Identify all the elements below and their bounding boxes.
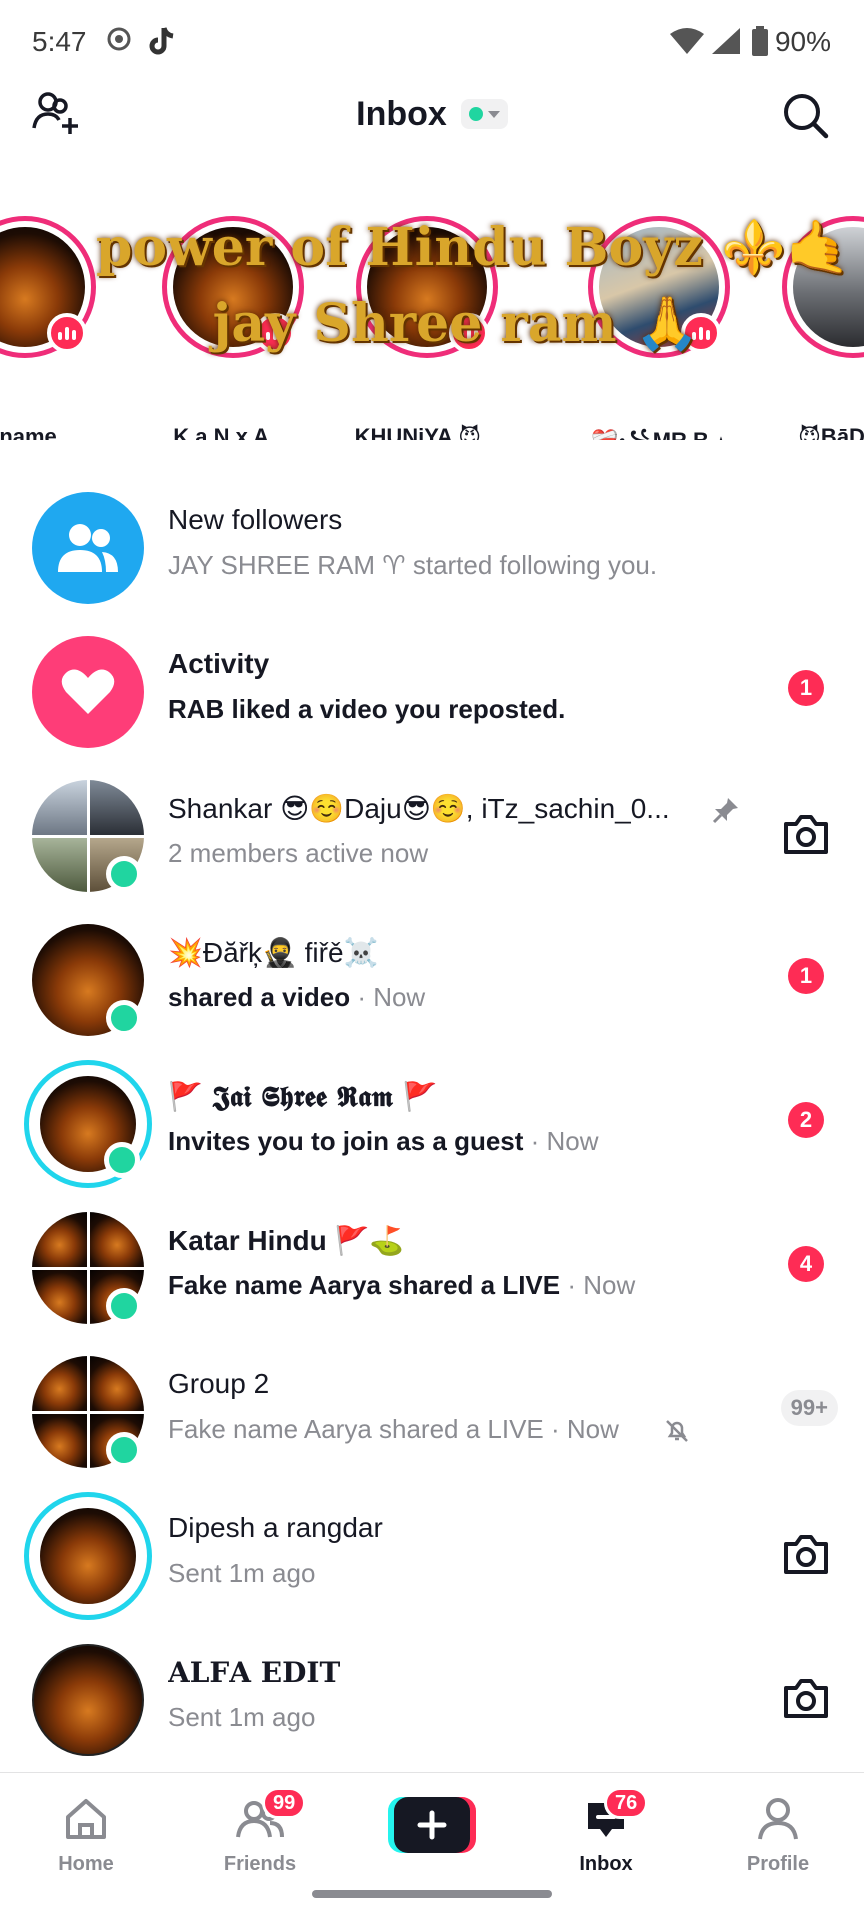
avatar bbox=[40, 1508, 136, 1604]
story-name: KHUNiYA 😈... bbox=[354, 424, 500, 440]
nav-profile[interactable]: Profile bbox=[708, 1787, 848, 1887]
list-item-new-followers[interactable]: New followers JAY SHREE RAM ♈ started fo… bbox=[0, 474, 864, 618]
page-title: Inbox bbox=[356, 95, 447, 133]
status-bar: 5:47 90% bbox=[0, 0, 864, 86]
list-item-chat[interactable]: 🚩 𝕵𝖆𝖎 𝕾𝖍𝖗𝖊𝖊 𝕽𝖆𝖒 🚩 Invites you to join as… bbox=[0, 1050, 864, 1194]
list-item-chat[interactable]: 💥Đăřķ🥷 fiřě☠️ shared a video · Now 1 bbox=[0, 906, 864, 1050]
nav-inbox-label: Inbox bbox=[579, 1853, 633, 1875]
unread-badge: 1 bbox=[788, 670, 824, 706]
signal-icon bbox=[712, 28, 740, 59]
row-subtitle: Sent 1m ago bbox=[168, 1702, 316, 1732]
row-time: · Now bbox=[530, 1126, 599, 1156]
activity-avatar bbox=[32, 636, 144, 748]
unread-badge: 1 bbox=[788, 958, 824, 994]
row-subtitle: Invites you to join as a guest bbox=[168, 1126, 524, 1156]
create-button[interactable] bbox=[388, 1797, 476, 1853]
story-name: 😈BāD bbox=[798, 424, 864, 440]
row-subtitle: Fake name Aarya shared a LIVE · Now bbox=[168, 1414, 619, 1444]
row-title: Dipesh a rangdar bbox=[168, 1512, 383, 1543]
row-title: 🚩 𝕵𝖆𝖎 𝕾𝖍𝖗𝖊𝖊 𝕽𝖆𝖒 🚩 bbox=[168, 1080, 438, 1113]
row-title: Katar Hindu 🚩⛳ bbox=[168, 1225, 405, 1256]
overlay-line-1: power of Hindu Boyz ⚜️🤙 bbox=[96, 217, 851, 278]
chevron-down-icon bbox=[487, 110, 500, 118]
battery-icon bbox=[752, 26, 768, 61]
online-indicator bbox=[106, 1000, 142, 1036]
row-title: Group 2 bbox=[168, 1368, 270, 1399]
list-item-chat[interactable]: 𝐀𝐋𝐅𝐀 𝐄𝐃𝐈𝐓 Sent 1m ago bbox=[0, 1626, 864, 1770]
unread-badge: 2 bbox=[788, 1102, 824, 1138]
story-item[interactable]: ke name ... bbox=[0, 216, 110, 440]
search-button[interactable] bbox=[778, 88, 834, 144]
profile-icon bbox=[758, 1798, 798, 1840]
followers-avatar bbox=[32, 492, 144, 604]
wifi-icon bbox=[670, 28, 704, 59]
heart-icon bbox=[61, 669, 115, 714]
live-icon bbox=[47, 313, 87, 353]
camera-button[interactable] bbox=[782, 812, 830, 856]
nav-home[interactable]: Home bbox=[16, 1787, 156, 1887]
top-bar: Inbox bbox=[0, 86, 864, 196]
page-title-wrap: Inbox bbox=[0, 86, 864, 138]
tiktok-icon bbox=[148, 26, 176, 61]
story-name: ke name ... bbox=[0, 424, 82, 440]
nav-friends[interactable]: 99 Friends bbox=[190, 1787, 330, 1887]
row-title: Activity bbox=[168, 648, 270, 679]
row-subtitle: Sent 1m ago bbox=[168, 1558, 316, 1588]
online-status-dot bbox=[468, 107, 483, 121]
battery-percent: 90% bbox=[774, 26, 831, 57]
online-indicator bbox=[106, 1288, 142, 1324]
story-name: ❤️‍🩹꧁MR.B.٭ bbox=[574, 424, 744, 440]
row-time: · Now bbox=[357, 982, 426, 1012]
story-overlay-text: power of Hindu Boyz ⚜️🤙 jay Shree ram 🙏 bbox=[96, 210, 851, 370]
unread-badge: 4 bbox=[788, 1246, 824, 1282]
nav-friends-label: Friends bbox=[223, 1853, 297, 1875]
home-icon bbox=[66, 1799, 106, 1839]
row-subtitle: shared a video bbox=[168, 982, 351, 1012]
row-time: · Now bbox=[567, 1270, 636, 1300]
list-item-group-chat[interactable]: Katar Hindu 🚩⛳ Fake name Aarya shared a … bbox=[0, 1194, 864, 1338]
pin-icon bbox=[712, 796, 740, 829]
unread-badge: 99+ bbox=[780, 1390, 838, 1426]
row-subtitle-wrap: Fake name Aarya shared a LIVE · Now bbox=[168, 1270, 635, 1301]
avatar bbox=[32, 1644, 144, 1756]
online-indicator bbox=[104, 1142, 140, 1178]
camera-button[interactable] bbox=[782, 1676, 830, 1720]
row-subtitle-wrap: Invites you to join as a guest · Now bbox=[168, 1126, 599, 1157]
camera-icon bbox=[784, 815, 828, 854]
row-subtitle-wrap: shared a video · Now bbox=[168, 982, 425, 1013]
nav-profile-label: Profile bbox=[746, 1853, 810, 1875]
nav-inbox[interactable]: 76 Inbox bbox=[536, 1787, 676, 1887]
list-item-group-chat[interactable]: Shankar 😎☺️Daju😎☺️, iTz_sachin_0... 2 me… bbox=[0, 762, 864, 906]
list-item-chat[interactable]: Dipesh a rangdar Sent 1m ago bbox=[0, 1482, 864, 1626]
search-icon bbox=[784, 94, 829, 139]
online-indicator bbox=[106, 856, 142, 892]
row-subtitle: Fake name Aarya shared a LIVE bbox=[168, 1270, 561, 1300]
list-item-activity[interactable]: Activity RAB liked a video you reposted.… bbox=[0, 618, 864, 762]
row-title: 𝐀𝐋𝐅𝐀 𝐄𝐃𝐈𝐓 bbox=[168, 1656, 341, 1689]
inbox-badge: 76 bbox=[604, 1787, 649, 1819]
row-subtitle: 2 members active now bbox=[168, 838, 429, 868]
camera-icon bbox=[784, 1535, 828, 1574]
camera-icon bbox=[784, 1679, 828, 1718]
camera-button[interactable] bbox=[782, 1532, 830, 1576]
row-title: New followers bbox=[168, 504, 343, 535]
story-name: K a N x A ... bbox=[173, 424, 293, 440]
overlay-line-2: jay Shree ram 🙏 bbox=[212, 293, 700, 354]
online-status-toggle[interactable] bbox=[460, 99, 508, 129]
row-title: 💥Đăřķ🥷 fiřě☠️ bbox=[168, 937, 379, 968]
friends-badge: 99 bbox=[262, 1787, 307, 1819]
row-subtitle: RAB liked a video you reposted. bbox=[168, 694, 566, 724]
status-time: 5:47 bbox=[32, 26, 87, 57]
settings-icon bbox=[106, 26, 132, 57]
followers-icon bbox=[58, 524, 118, 572]
online-indicator bbox=[106, 1432, 142, 1468]
row-subtitle: JAY SHREE RAM ♈ started following you. bbox=[168, 550, 658, 580]
nav-home-label: Home bbox=[58, 1853, 114, 1875]
mute-bell-icon bbox=[664, 1418, 690, 1449]
story-ring bbox=[0, 216, 96, 358]
list-item-group-chat[interactable]: Group 2 Fake name Aarya shared a LIVE · … bbox=[0, 1338, 864, 1482]
home-indicator[interactable] bbox=[312, 1890, 552, 1898]
row-title: Shankar 😎☺️Daju😎☺️, iTz_sachin_0... bbox=[168, 793, 670, 824]
plus-icon bbox=[388, 1797, 476, 1853]
